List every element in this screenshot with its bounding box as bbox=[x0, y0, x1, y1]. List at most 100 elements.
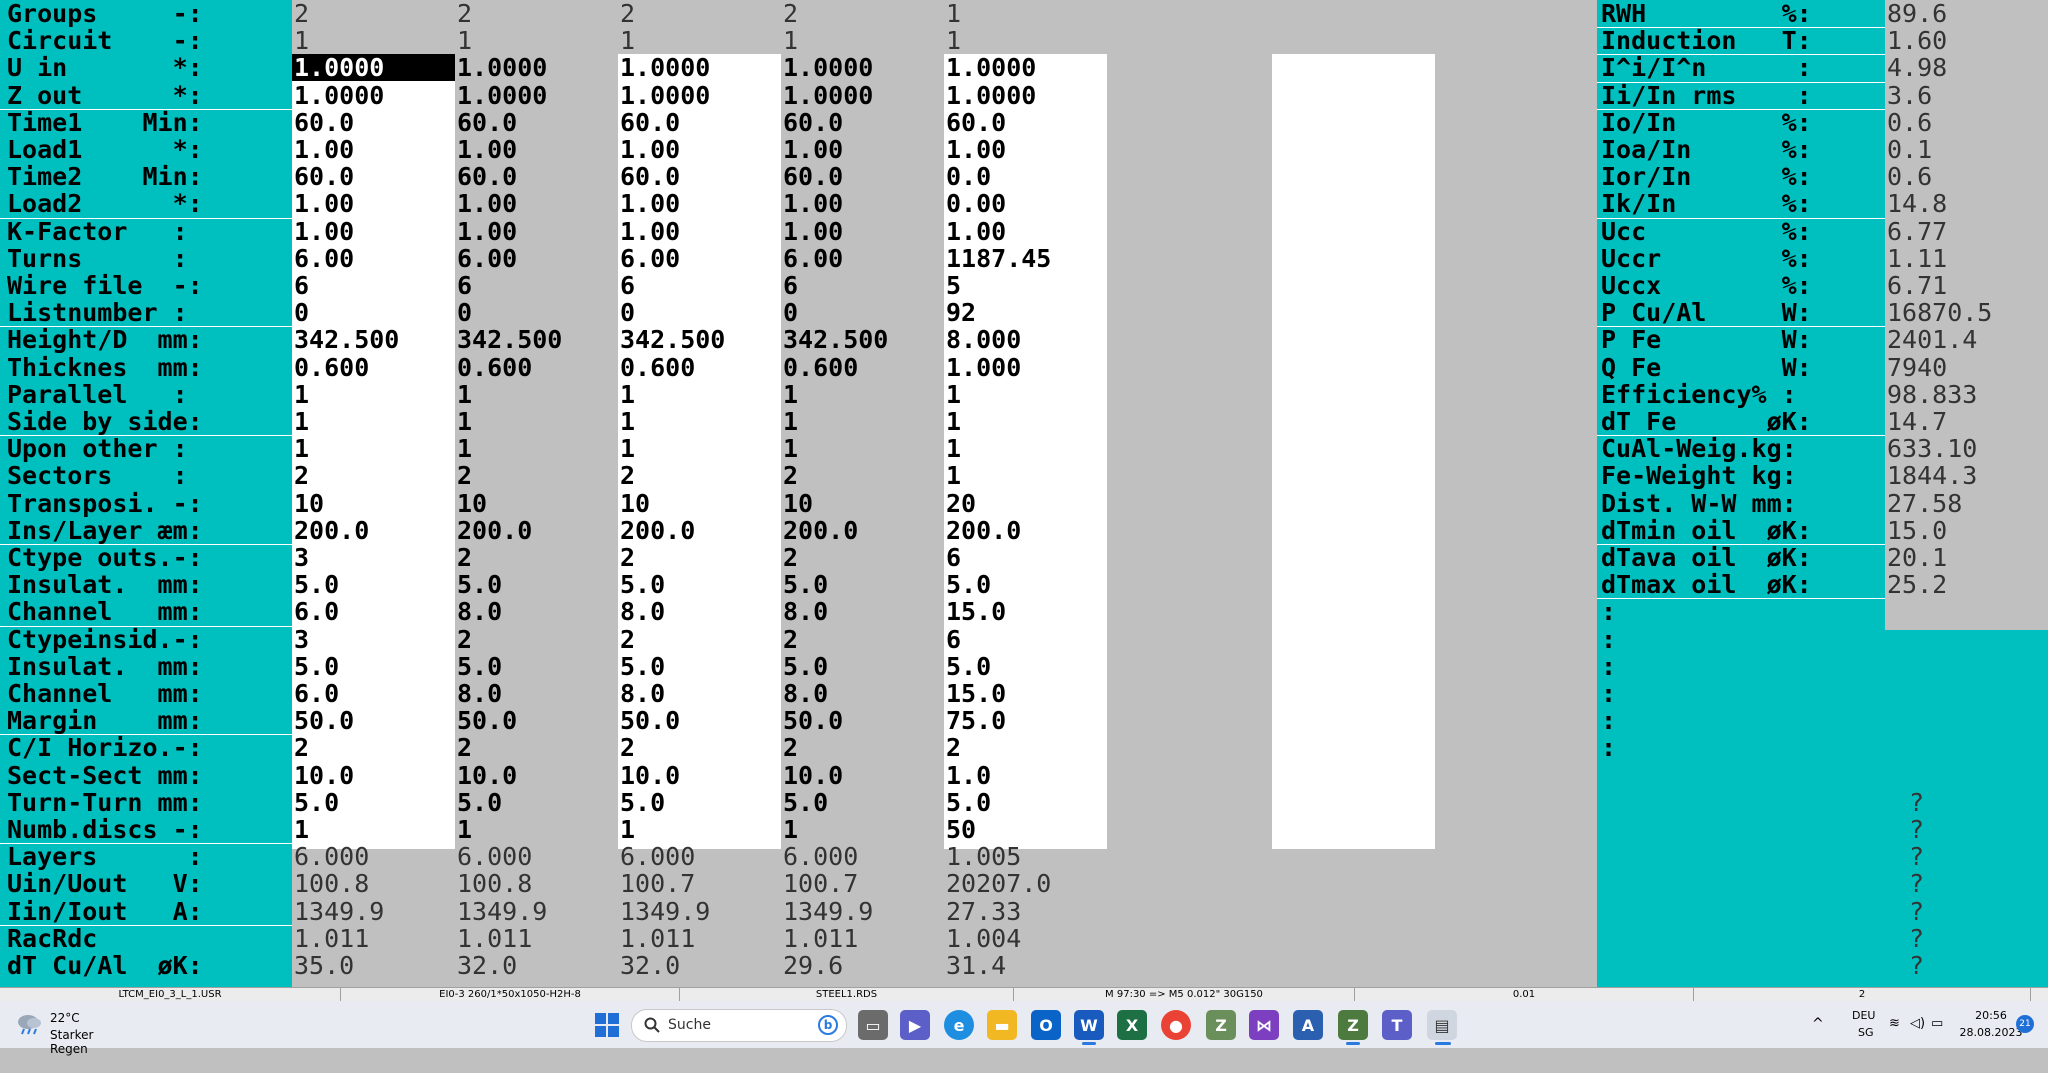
start-button[interactable] bbox=[592, 1010, 622, 1040]
winding-value-input[interactable]: 2 bbox=[781, 734, 944, 761]
winding-value-input[interactable]: 1.00 bbox=[944, 218, 1107, 245]
chevron-up-icon[interactable]: ^ bbox=[1812, 1016, 1824, 1063]
z-app-2-icon[interactable]: Z bbox=[1338, 1010, 1368, 1040]
winding-value-input[interactable]: 15.0 bbox=[944, 680, 1107, 707]
winding-value-input[interactable]: 6 bbox=[944, 626, 1107, 653]
visual-studio-icon[interactable]: ⋈ bbox=[1249, 1010, 1279, 1040]
chrome-icon[interactable]: ● bbox=[1161, 1010, 1191, 1040]
winding-value-input[interactable]: 1.0000 bbox=[781, 54, 944, 81]
edge-icon[interactable]: e bbox=[944, 1010, 974, 1040]
winding-value-input[interactable]: 1.00 bbox=[618, 136, 781, 163]
winding-value-input[interactable]: 2 bbox=[618, 544, 781, 571]
winding-value-input[interactable]: 92 bbox=[944, 299, 1107, 326]
winding-value-input[interactable]: 60.0 bbox=[455, 109, 618, 136]
winding-value-input[interactable]: 10.0 bbox=[455, 762, 618, 789]
teams-icon[interactable]: T bbox=[1382, 1010, 1412, 1040]
winding-value-input[interactable]: 20 bbox=[944, 490, 1107, 517]
clock-date[interactable]: 28.08.2023 bbox=[1948, 1026, 2034, 1073]
winding-value-input[interactable]: 3 bbox=[292, 626, 455, 653]
winding-value-input[interactable]: 0.600 bbox=[292, 354, 455, 381]
winding-value-input[interactable]: 0.00 bbox=[944, 190, 1107, 217]
winding-value-input[interactable]: 5.0 bbox=[292, 653, 455, 680]
winding-value-input[interactable]: 2 bbox=[618, 626, 781, 653]
winding-value-input[interactable]: 5.0 bbox=[781, 571, 944, 598]
winding-value-input[interactable]: 5 bbox=[944, 272, 1107, 299]
winding-value-input[interactable]: 0.600 bbox=[618, 354, 781, 381]
winding-value-input[interactable]: 6 bbox=[292, 272, 455, 299]
winding-value-input[interactable]: 60.0 bbox=[455, 163, 618, 190]
winding-value-input[interactable]: 1 bbox=[944, 435, 1107, 462]
winding-value-input[interactable]: 60.0 bbox=[292, 163, 455, 190]
file-explorer-icon[interactable]: ▬ bbox=[987, 1010, 1017, 1040]
winding-value-input[interactable]: 1.00 bbox=[455, 190, 618, 217]
winding-value-input[interactable]: 1 bbox=[292, 435, 455, 462]
winding-value-input[interactable]: 8.0 bbox=[618, 598, 781, 625]
winding-value-input[interactable]: 1.00 bbox=[781, 190, 944, 217]
winding-value-input[interactable]: 8.0 bbox=[618, 680, 781, 707]
winding-value-input[interactable]: 5.0 bbox=[455, 571, 618, 598]
excel-icon[interactable]: X bbox=[1117, 1010, 1147, 1040]
winding-value-input[interactable]: 0.600 bbox=[455, 354, 618, 381]
winding-value-input[interactable]: 6.0 bbox=[292, 598, 455, 625]
winding-value-input[interactable]: 1.000 bbox=[944, 354, 1107, 381]
winding-value-input[interactable]: 1 bbox=[292, 381, 455, 408]
winding-value-input[interactable]: 5.0 bbox=[618, 571, 781, 598]
winding-value-input[interactable]: 75.0 bbox=[944, 707, 1107, 734]
winding-value-input[interactable]: 200.0 bbox=[292, 517, 455, 544]
winding-value-input[interactable]: 1 bbox=[455, 816, 618, 843]
winding-value-input[interactable]: 342.500 bbox=[781, 326, 944, 353]
winding-value-input[interactable]: 1187.45 bbox=[944, 245, 1107, 272]
winding-value-input[interactable]: 3 bbox=[292, 544, 455, 571]
winding-value-input[interactable]: 1.00 bbox=[292, 218, 455, 245]
teams-chat-icon[interactable]: ▶ bbox=[900, 1010, 930, 1040]
winding-value-input[interactable]: 60.0 bbox=[781, 109, 944, 136]
winding-value-input[interactable]: 1 bbox=[292, 408, 455, 435]
winding-value-input[interactable]: 1.00 bbox=[618, 218, 781, 245]
winding-value-input[interactable]: 10 bbox=[618, 490, 781, 517]
winding-value-input[interactable]: 2 bbox=[455, 544, 618, 571]
winding-value-input[interactable]: 5.0 bbox=[944, 571, 1107, 598]
winding-value-input[interactable]: 10.0 bbox=[292, 762, 455, 789]
winding-value-input[interactable]: 60.0 bbox=[781, 163, 944, 190]
winding-value-input[interactable]: 1 bbox=[781, 408, 944, 435]
battery-icon[interactable]: ▭ bbox=[1931, 1016, 1943, 1063]
winding-value-input[interactable]: 1 bbox=[781, 381, 944, 408]
winding-value-input[interactable]: 60.0 bbox=[944, 109, 1107, 136]
notification-badge[interactable]: 21 bbox=[2016, 1015, 2034, 1033]
winding-value-input[interactable]: 10 bbox=[292, 490, 455, 517]
winding-value-input[interactable]: 6.0 bbox=[292, 680, 455, 707]
winding-value-input[interactable]: 1.0000 bbox=[944, 54, 1107, 81]
word-icon[interactable]: W bbox=[1074, 1010, 1104, 1040]
winding-value-input[interactable]: 5.0 bbox=[781, 653, 944, 680]
winding-value-input[interactable]: 1.00 bbox=[618, 190, 781, 217]
winding-value-input[interactable]: 8.0 bbox=[455, 680, 618, 707]
winding-value-input[interactable]: 1.0000 bbox=[944, 82, 1107, 109]
winding-value-input[interactable]: 1 bbox=[618, 816, 781, 843]
winding-value-input[interactable]: 2 bbox=[455, 462, 618, 489]
winding-value-input[interactable]: 2 bbox=[618, 462, 781, 489]
winding-value-input[interactable]: 2 bbox=[618, 734, 781, 761]
winding-value-input[interactable]: 8.0 bbox=[781, 680, 944, 707]
winding-value-input[interactable]: 0 bbox=[618, 299, 781, 326]
winding-value-input[interactable]: 50.0 bbox=[618, 707, 781, 734]
winding-value-input[interactable]: 342.500 bbox=[455, 326, 618, 353]
winding-value-input[interactable]: 2 bbox=[455, 734, 618, 761]
winding-value-input[interactable]: 50.0 bbox=[781, 707, 944, 734]
winding-value-input[interactable]: 200.0 bbox=[455, 517, 618, 544]
winding-value-input[interactable]: 10 bbox=[781, 490, 944, 517]
winding-value-input[interactable]: 1.0 bbox=[944, 762, 1107, 789]
winding-value-input[interactable]: 2 bbox=[781, 544, 944, 571]
selected-value-input[interactable]: 1.0000 bbox=[292, 54, 455, 82]
winding-value-input[interactable]: 6 bbox=[781, 272, 944, 299]
winding-value-input[interactable]: 1.00 bbox=[781, 218, 944, 245]
winding-value-input[interactable]: 200.0 bbox=[944, 517, 1107, 544]
winding-value-input[interactable]: 6.00 bbox=[292, 245, 455, 272]
winding-value-input[interactable]: 5.0 bbox=[781, 789, 944, 816]
winding-value-input[interactable]: 10.0 bbox=[618, 762, 781, 789]
winding-value-input[interactable]: 50 bbox=[944, 816, 1107, 843]
winding-value-input[interactable]: 5.0 bbox=[618, 789, 781, 816]
winding-value-input[interactable]: 8.000 bbox=[944, 326, 1107, 353]
winding-value-input[interactable]: 2 bbox=[781, 462, 944, 489]
winding-value-input[interactable]: 2 bbox=[944, 734, 1107, 761]
task-view-icon[interactable]: ▭ bbox=[858, 1010, 888, 1040]
